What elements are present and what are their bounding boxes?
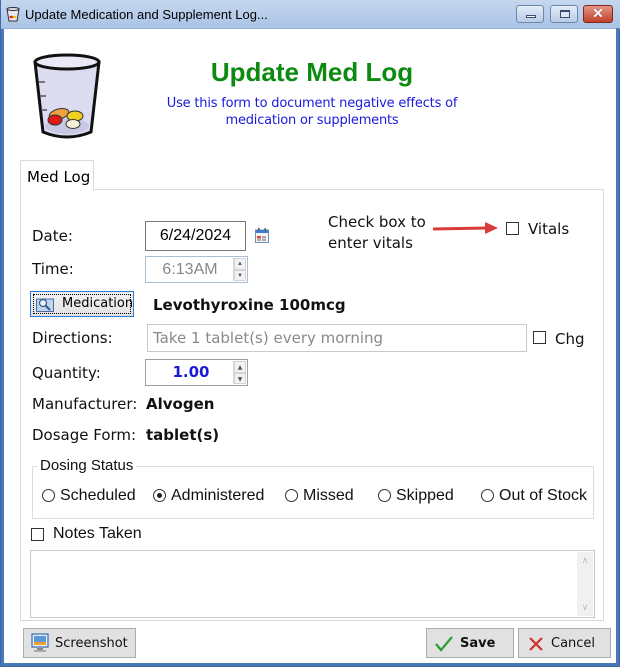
notes-taken-checkbox[interactable] xyxy=(31,528,44,541)
scroll-up-icon[interactable]: ∧ xyxy=(577,555,593,566)
radio-label: Out of Stock xyxy=(499,487,588,504)
radio-label: Skipped xyxy=(396,487,454,504)
minimize-button[interactable] xyxy=(516,5,544,23)
vitals-checkbox[interactable] xyxy=(506,222,519,235)
screenshot-icon xyxy=(31,633,49,652)
window-border xyxy=(1,663,619,666)
medication-search-icon xyxy=(36,298,54,312)
red-arrow-icon xyxy=(432,222,498,234)
minimize-icon xyxy=(526,15,536,18)
spin-down-icon[interactable]: ▼ xyxy=(234,269,246,281)
dosage-form-label: Dosage Form: xyxy=(32,426,137,444)
radio-icon xyxy=(481,489,494,502)
dialog-window: Update Medication and Supplement Log... … xyxy=(0,0,620,667)
notes-textarea[interactable]: ∧ ∨ xyxy=(30,550,595,618)
dosing-status-legend: Dosing Status xyxy=(37,457,137,474)
medication-value: Levothyroxine 100mcg xyxy=(153,296,346,314)
vitals-hint: Check box to enter vitals xyxy=(328,212,426,254)
directions-field[interactable]: Take 1 tablet(s) every morning xyxy=(147,324,527,352)
form-subtitle: Use this form to document negative effec… xyxy=(146,95,478,129)
directions-label: Directions: xyxy=(32,329,113,347)
save-button[interactable]: Save xyxy=(426,628,514,658)
date-label: Date: xyxy=(32,227,73,245)
dosage-form-value: tablet(s) xyxy=(146,426,220,444)
radio-icon xyxy=(285,489,298,502)
spin-down-icon[interactable]: ▼ xyxy=(234,372,246,384)
notes-taken-label: Notes Taken xyxy=(53,525,142,542)
x-cross-icon xyxy=(529,637,543,651)
quantity-stepper[interactable]: 1.00 ▲ ▼ xyxy=(145,359,248,386)
notes-scrollbar[interactable]: ∧ ∨ xyxy=(577,552,593,616)
subtitle-line-2: medication or supplements xyxy=(225,113,399,128)
maximize-button[interactable] xyxy=(550,5,578,23)
radio-label: Administered xyxy=(171,487,265,504)
time-spinner[interactable]: ▲ ▼ xyxy=(233,258,246,281)
manufacturer-label: Manufacturer: xyxy=(32,395,138,413)
vitals-hint-line-2: enter vitals xyxy=(328,234,413,252)
chg-label: Chg xyxy=(555,330,585,348)
medication-button[interactable]: Medication xyxy=(30,291,134,317)
title-bar: Update Medication and Supplement Log... … xyxy=(1,0,620,29)
scroll-down-icon[interactable]: ∨ xyxy=(577,602,593,613)
checkmark-icon xyxy=(435,636,453,652)
tab-med-log[interactable]: Med Log xyxy=(20,160,94,190)
screenshot-button-label: Screenshot xyxy=(55,636,128,651)
radio-label: Missed xyxy=(303,487,354,504)
calendar-icon[interactable] xyxy=(255,228,269,243)
close-button[interactable]: ✕ xyxy=(583,5,613,23)
radio-selected-icon xyxy=(153,489,166,502)
pill-cup-icon xyxy=(6,7,20,22)
spin-up-icon[interactable]: ▲ xyxy=(234,361,246,373)
pill-cup-logo-icon xyxy=(33,53,101,139)
radio-icon xyxy=(378,489,391,502)
radio-icon xyxy=(42,489,55,502)
date-field[interactable]: 6/24/2024 xyxy=(145,221,246,251)
subtitle-line-1: Use this form to document negative effec… xyxy=(166,96,458,111)
spin-up-icon[interactable]: ▲ xyxy=(234,258,246,270)
time-value: 6:13AM xyxy=(162,261,218,278)
time-field[interactable]: 6:13AM ▲ ▼ xyxy=(145,256,248,283)
quantity-value: 1.00 xyxy=(172,363,210,381)
cancel-button[interactable]: Cancel xyxy=(518,628,611,658)
quantity-label: Quantity: xyxy=(32,364,101,382)
vitals-label: Vitals xyxy=(528,220,570,238)
vitals-hint-line-1: Check box to xyxy=(328,213,426,231)
medication-button-label: Medication xyxy=(62,296,134,311)
quantity-spinner[interactable]: ▲ ▼ xyxy=(233,361,246,384)
radio-label: Scheduled xyxy=(60,487,136,504)
manufacturer-value: Alvogen xyxy=(146,395,215,413)
save-button-label: Save xyxy=(460,636,496,651)
tab-label: Med Log xyxy=(27,168,91,186)
form-title: Update Med Log xyxy=(210,57,414,87)
time-label: Time: xyxy=(32,260,74,278)
cancel-button-label: Cancel xyxy=(551,636,596,651)
chg-checkbox[interactable] xyxy=(533,331,546,344)
window-title: Update Medication and Supplement Log... xyxy=(25,7,268,22)
maximize-icon xyxy=(560,10,570,18)
close-icon: ✕ xyxy=(592,5,604,21)
screenshot-button[interactable]: Screenshot xyxy=(23,628,136,658)
